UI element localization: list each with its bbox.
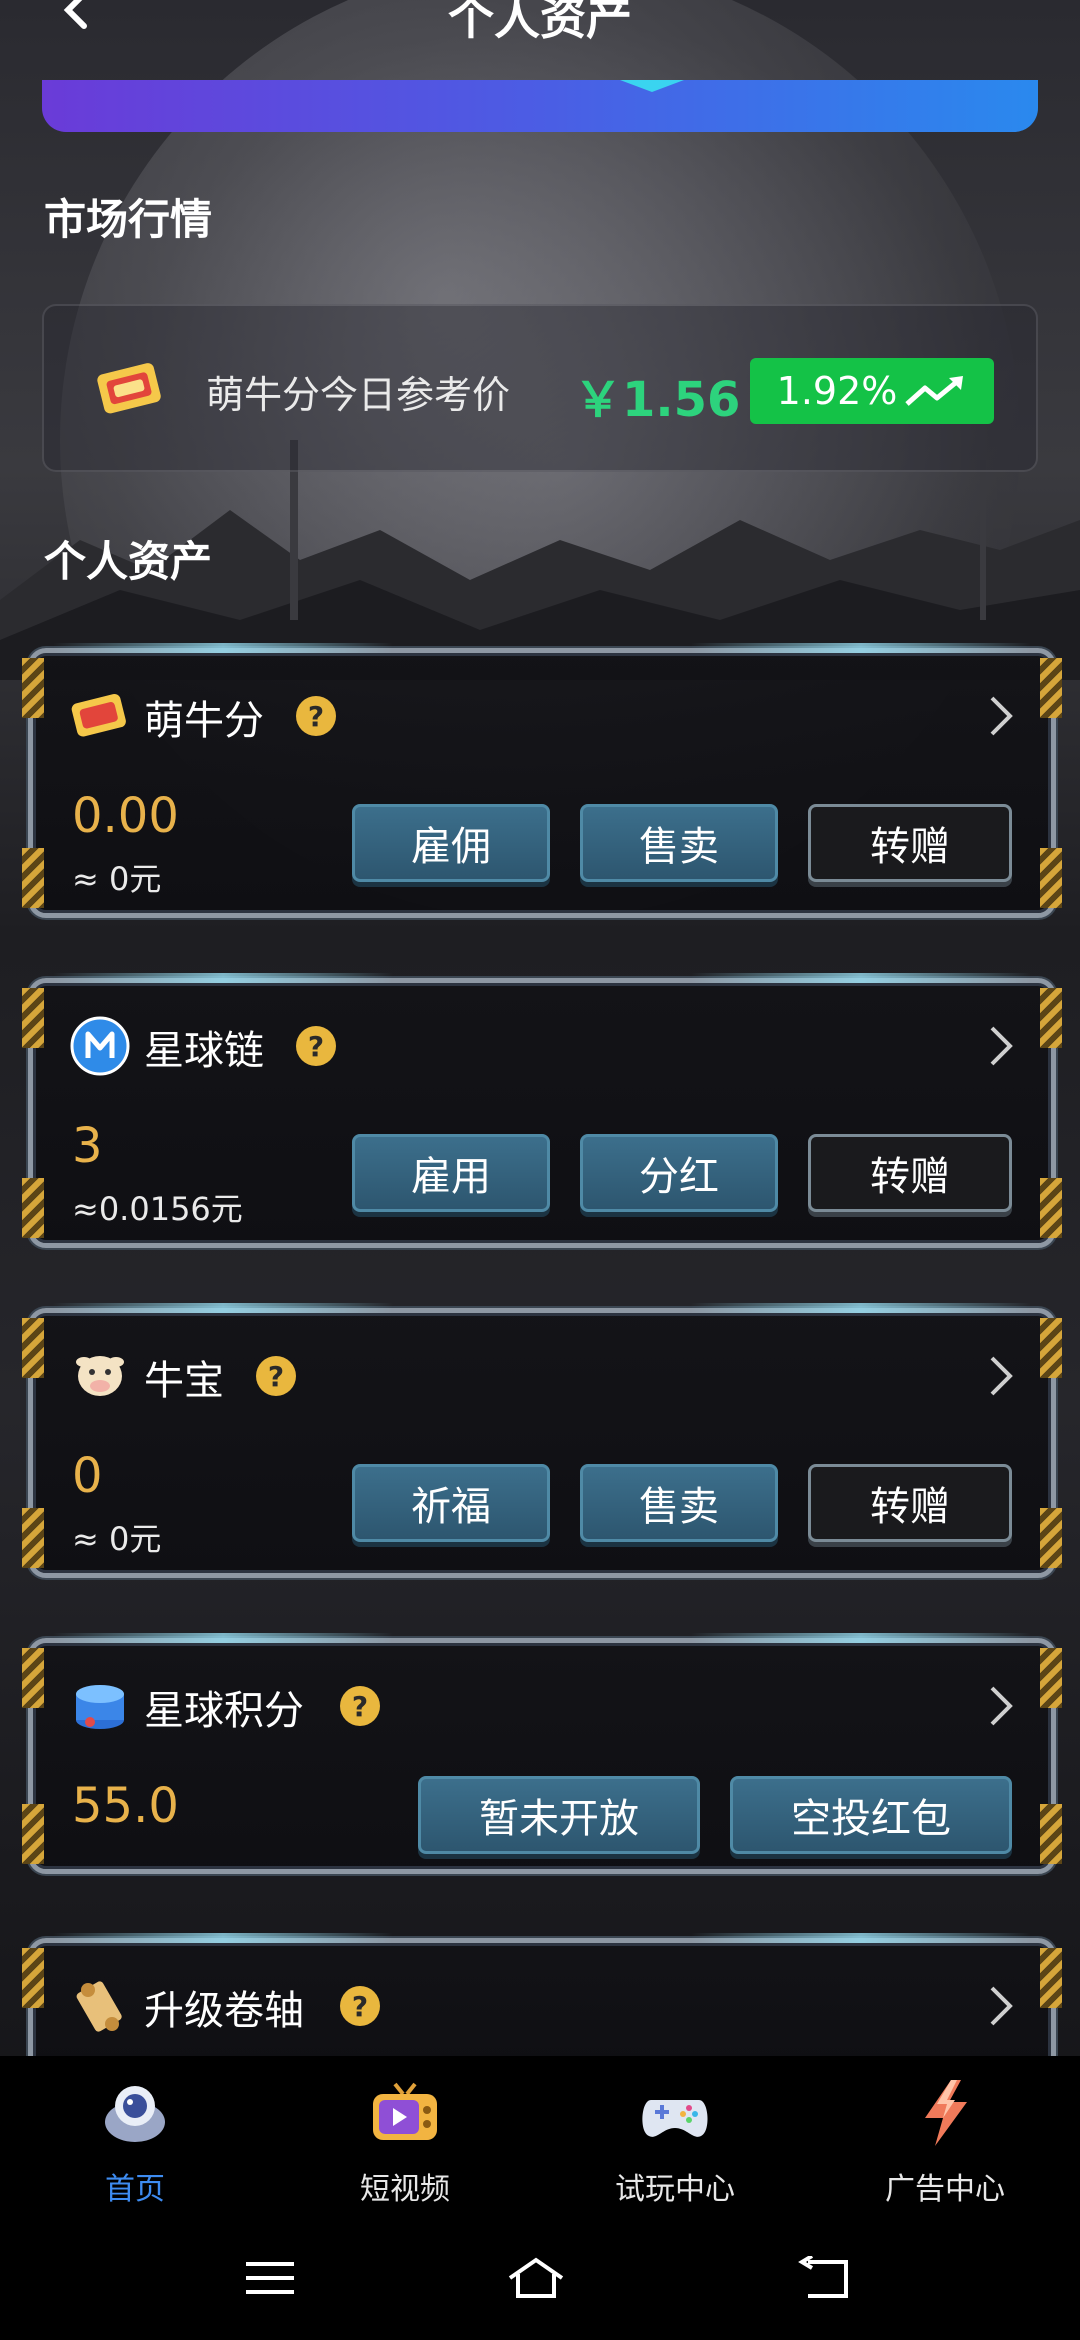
nav-label-trial-center: 试玩中心 [615, 2172, 735, 2207]
asset-name: 萌牛分 [144, 698, 264, 744]
home-icon[interactable] [506, 2256, 566, 2300]
price-change-text: 1.92% [776, 369, 898, 413]
transfer-button[interactable]: 转赠 [808, 1134, 1012, 1212]
frame-corner [1040, 658, 1062, 718]
asset-card-planet-points: 星球积分 ? 55.0 暂未开放 空投红包 [22, 1633, 1062, 1874]
asset-value: 3 [72, 1118, 103, 1174]
frame-corner [1040, 1178, 1062, 1238]
asset-value: 0 [72, 1448, 103, 1504]
frame-corner [22, 1804, 44, 1864]
menu-icon[interactable] [240, 2256, 300, 2300]
nav-item-short-video[interactable]: 短视频 [270, 2056, 540, 2207]
chevron-right-icon[interactable] [988, 1354, 1014, 1398]
market-label: 萌牛分今日参考价 [206, 373, 511, 417]
help-icon[interactable]: ? [340, 1686, 380, 1726]
asset-name: 星球链 [144, 1028, 264, 1074]
help-icon[interactable]: ? [256, 1356, 296, 1396]
asset-name: 牛宝 [144, 1358, 224, 1404]
frame-corner [1040, 1508, 1062, 1568]
asset-value-cny: ≈0.0156元 [72, 1190, 243, 1228]
market-section-title: 市场行情 [44, 195, 213, 244]
trend-up-icon [905, 376, 964, 406]
help-icon[interactable]: ? [296, 696, 336, 736]
asset-card-planet-chain: 星球链 ? 3 ≈0.0156元 雇用 分红 转赠 [22, 973, 1062, 1248]
asset-name: 星球积分 [144, 1688, 304, 1734]
bottom-navigation: 首页 短视频 试玩中心 广告中心 [0, 2056, 1080, 2207]
frame-corner [1040, 1948, 1062, 2008]
nav-item-trial-center[interactable]: 试玩中心 [540, 2056, 810, 2207]
asset-value: 55.0 [72, 1778, 179, 1834]
sell-button[interactable]: 售卖 [580, 1464, 778, 1542]
asset-value: 0.00 [72, 788, 179, 844]
back-icon[interactable] [794, 2256, 854, 2300]
airdrop-redpacket-button[interactable]: 空投红包 [730, 1776, 1012, 1854]
hire-button[interactable]: 雇用 [352, 1134, 550, 1212]
chevron-right-icon[interactable] [988, 1684, 1014, 1728]
help-icon[interactable]: ? [340, 1986, 380, 2026]
frame-corner [1040, 848, 1062, 908]
market-card: 萌牛分今日参考价 ￥1.56 1.92% [42, 304, 1038, 472]
chevron-right-icon[interactable] [988, 1024, 1014, 1068]
astronaut-icon [105, 2086, 165, 2142]
chevron-right-icon[interactable] [988, 1984, 1014, 2028]
nav-label-short-video: 短视频 [360, 2172, 450, 2207]
asset-card-mengniufen: 萌牛分 ? 0.00 ≈ 0元 雇佣 售卖 转赠 [22, 643, 1062, 918]
m-coin-icon [70, 1016, 130, 1076]
gamepad-icon [642, 2100, 708, 2137]
top-bar: 个人资产 [0, 0, 1080, 60]
help-icon[interactable]: ? [296, 1026, 336, 1066]
banner-strip[interactable] [42, 80, 1038, 132]
frame-corner [1040, 1318, 1062, 1378]
frame-corner [22, 1508, 44, 1568]
frame-corner [22, 1178, 44, 1238]
transfer-button[interactable]: 转赠 [808, 1464, 1012, 1542]
transfer-button[interactable]: 转赠 [808, 804, 1012, 882]
nav-label-ad-center: 广告中心 [885, 2172, 1005, 2207]
asset-value-cny: ≈ 0元 [72, 1520, 162, 1558]
system-navigation-bar [0, 2206, 1080, 2340]
frame-corner [22, 848, 44, 908]
nav-label-home: 首页 [105, 2172, 165, 2207]
coin-stack-icon [76, 1685, 124, 1729]
nav-item-home[interactable]: 首页 [0, 2056, 270, 2207]
asset-value-cny: ≈ 0元 [72, 860, 162, 898]
market-price: ￥1.56 [574, 372, 741, 428]
frame-corner [1040, 988, 1062, 1048]
price-change-badge: 1.92% [750, 358, 994, 424]
cow-mascot-icon [76, 1356, 124, 1396]
lightning-icon [925, 2080, 967, 2146]
assets-section-title: 个人资产 [44, 537, 213, 586]
tv-icon [373, 2082, 437, 2140]
nav-item-ad-center[interactable]: 广告中心 [810, 2056, 1080, 2207]
frame-corner [1040, 1804, 1062, 1864]
coin-ticket-icon [71, 694, 126, 737]
banner-notch [620, 80, 684, 92]
frame-corner [22, 988, 44, 1048]
frame-corner [22, 1948, 44, 2008]
frame-corner [22, 658, 44, 718]
not-open-button[interactable]: 暂未开放 [418, 1776, 700, 1854]
hire-button[interactable]: 雇佣 [352, 804, 550, 882]
page-title: 个人资产 [448, 0, 632, 45]
coin-ticket-icon [97, 363, 161, 414]
sell-button[interactable]: 售卖 [580, 804, 778, 882]
asset-name: 升级卷轴 [144, 1988, 304, 2034]
frame-corner [1040, 1648, 1062, 1708]
bless-button[interactable]: 祈福 [352, 1464, 550, 1542]
dividend-button[interactable]: 分红 [580, 1134, 778, 1212]
chevron-right-icon[interactable] [988, 694, 1014, 738]
scroll-icon [76, 1981, 122, 2032]
asset-card-niubao: 牛宝 ? 0 ≈ 0元 祈福 售卖 转赠 [22, 1303, 1062, 1578]
frame-corner [22, 1648, 44, 1708]
frame-corner [22, 1318, 44, 1378]
